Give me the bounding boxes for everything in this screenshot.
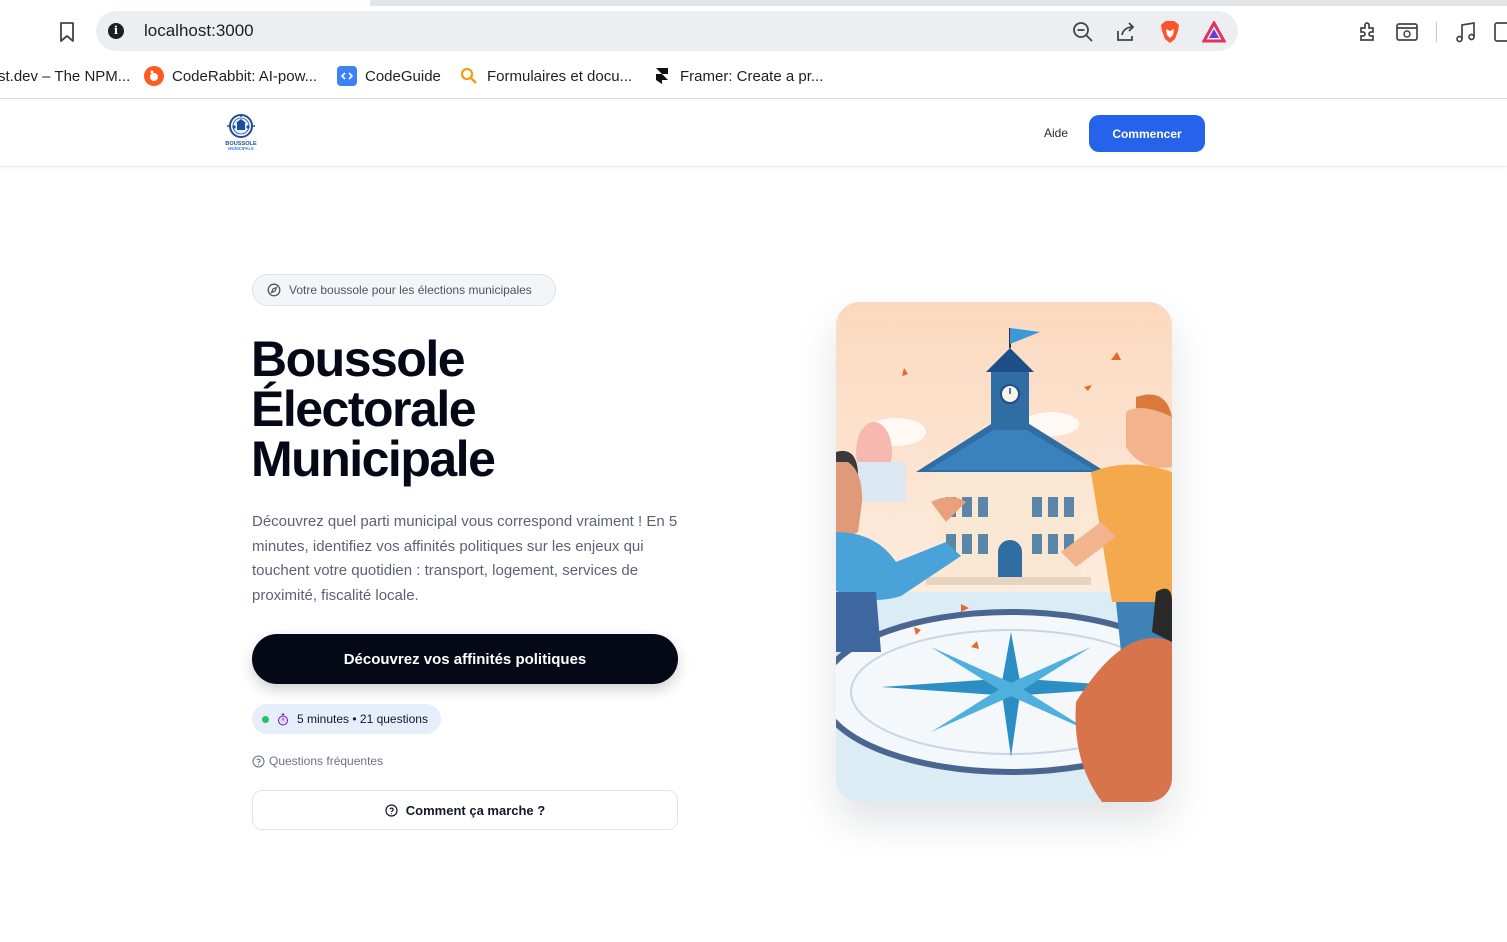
bookmark-label: Framer: Create a pr... [680, 67, 824, 85]
hero-description: Découvrez quel parti municipal vous corr… [252, 513, 678, 604]
logo-text-bottom: MUNICIPALE [228, 146, 254, 151]
hero-illustration [836, 302, 1172, 802]
faq-label: Questions fréquentes [269, 754, 384, 768]
start-button[interactable]: Commencer [1089, 115, 1205, 152]
site-logo[interactable]: BOUSSOLE MUNICIPALE [221, 112, 261, 152]
search-favicon-icon [459, 66, 479, 86]
address-bar[interactable]: i localhost:3000 [96, 11, 1238, 51]
bookmark-label: st.dev – The NPM... [0, 67, 131, 85]
bookmark-page-icon[interactable] [54, 18, 80, 46]
tab-strip [0, 0, 1507, 6]
zoom-out-icon[interactable] [1071, 20, 1095, 44]
bookmark-label: Formulaires et docu... [487, 67, 633, 85]
site-info-icon[interactable]: i [108, 23, 124, 39]
bookmark-item[interactable]: st.dev – The NPM... [0, 62, 130, 90]
extensions-icon[interactable] [1356, 19, 1382, 45]
stopwatch-icon [277, 713, 289, 726]
bookmark-item[interactable]: Formulaires et docu... [459, 62, 632, 90]
media-control-icon[interactable] [1453, 19, 1479, 45]
sidebar-icon[interactable] [1489, 19, 1507, 45]
how-it-works-label: Comment ça marche ? [405, 802, 546, 818]
hero-badge: Votre boussole pour les élections munici… [252, 274, 556, 306]
faq-link[interactable]: Questions fréquentes [252, 754, 383, 768]
brave-rewards-icon[interactable] [1202, 20, 1226, 44]
help-link[interactable]: Aide [1030, 124, 1082, 142]
browser-toolbar: i localhost:3000 st.dev – The NPM... Cod… [0, 0, 1507, 99]
bookmark-item[interactable]: CodeRabbit: AI-pow... [144, 62, 317, 90]
duration-pill: 5 minutes • 21 questions [252, 704, 441, 734]
brave-shield-icon[interactable] [1158, 20, 1182, 44]
codeguide-icon [337, 66, 357, 86]
duration-text: 5 minutes • 21 questions [297, 712, 428, 726]
toolbar-separator [1436, 22, 1437, 42]
status-dot [262, 715, 269, 723]
compass-icon [267, 283, 281, 297]
discover-affinities-button[interactable]: Découvrez vos affinités politiques [252, 634, 678, 684]
how-it-works-button[interactable]: Comment ça marche ? [252, 790, 678, 830]
hero-title-line: Boussole [251, 331, 466, 387]
bookmarks-bar: st.dev – The NPM... CodeRabbit: AI-pow..… [0, 62, 1507, 90]
bookmark-item[interactable]: CodeGuide [337, 62, 441, 90]
framer-icon [652, 66, 672, 86]
help-circle-icon [385, 803, 398, 817]
share-icon[interactable] [1114, 20, 1138, 44]
hero-title-line: Municipale [251, 431, 496, 487]
bookmark-item[interactable]: Framer: Create a pr... [652, 62, 823, 90]
reader-mode-icon[interactable] [1394, 19, 1420, 45]
help-circle-icon [252, 754, 265, 768]
bookmark-label: CodeGuide [365, 67, 441, 85]
url-text[interactable]: localhost:3000 [144, 21, 254, 41]
hero-title-line: Électorale [251, 381, 477, 437]
coderabbit-icon [144, 66, 164, 86]
hero-title: Boussole Électorale Municipale [251, 334, 721, 484]
badge-text: Votre boussole pour les élections munici… [289, 283, 532, 297]
bookmark-label: CodeRabbit: AI-pow... [172, 67, 318, 85]
